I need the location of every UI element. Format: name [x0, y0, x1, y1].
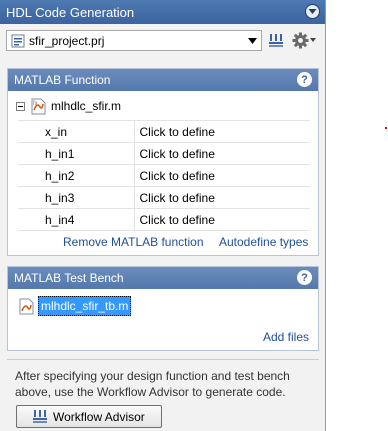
chevron-down-icon: [248, 37, 257, 44]
svg-text:fx: fx: [33, 101, 38, 107]
table-row[interactable]: h_in2 Click to define: [18, 164, 310, 187]
build-icon: [33, 410, 47, 423]
stray-mark: [385, 127, 387, 129]
table-row[interactable]: h_in4 Click to define: [18, 208, 310, 231]
panel-titlebar: HDL Code Generation: [0, 0, 325, 24]
build-button[interactable]: [267, 30, 285, 50]
function-tree-node[interactable]: fx mlhdlc_sfir.m: [16, 97, 121, 115]
project-file-name: sfir_project.prj: [29, 33, 105, 48]
matlab-file-icon: fx: [31, 98, 46, 114]
matlab-test-bench-section: MATLAB Test Bench ? mlhdlc_sfir_tb.m Add…: [7, 266, 319, 351]
settings-button[interactable]: [291, 30, 317, 50]
test-bench-header: MATLAB Test Bench ?: [8, 267, 318, 289]
table-row[interactable]: x_in Click to define: [18, 120, 310, 143]
input-name: h_in4: [18, 208, 135, 231]
input-name: h_in2: [18, 164, 135, 187]
autodefine-types-link[interactable]: Autodefine types: [219, 235, 308, 249]
table-row[interactable]: h_in1 Click to define: [18, 142, 310, 165]
input-name: h_in1: [18, 142, 135, 165]
chevron-down-icon: [308, 9, 317, 14]
instruction-text: After specifying your design function an…: [15, 369, 290, 399]
divider: [7, 359, 319, 360]
project-toolbar: sfir_project.prj: [0, 24, 325, 59]
test-bench-title: MATLAB Test Bench: [14, 271, 124, 285]
test-bench-file-name[interactable]: mlhdlc_sfir_tb.m: [38, 296, 132, 316]
input-type-cell[interactable]: Click to define: [134, 120, 310, 143]
panel-menu-button[interactable]: [305, 4, 320, 19]
project-file-select[interactable]: sfir_project.prj: [6, 30, 262, 51]
matlab-function-header: MATLAB Function ?: [8, 69, 318, 91]
help-icon[interactable]: ?: [297, 72, 312, 87]
matlab-function-title: MATLAB Function: [14, 73, 111, 87]
help-icon[interactable]: ?: [297, 270, 312, 285]
input-type-cell[interactable]: Click to define: [134, 164, 310, 187]
gear-icon: [292, 32, 309, 48]
input-type-cell[interactable]: Click to define: [134, 142, 310, 165]
input-name: h_in3: [18, 186, 135, 209]
function-name: mlhdlc_sfir.m: [51, 99, 122, 113]
collapse-icon[interactable]: [16, 101, 25, 111]
remove-matlab-function-link[interactable]: Remove MATLAB function: [63, 235, 204, 249]
add-files-link[interactable]: Add files: [263, 330, 309, 344]
test-bench-file-item[interactable]: mlhdlc_sfir_tb.m: [19, 296, 132, 316]
input-name: x_in: [18, 120, 135, 143]
table-row[interactable]: h_in3 Click to define: [18, 186, 310, 209]
project-file-icon: [11, 34, 25, 47]
chevron-down-icon: [310, 38, 316, 42]
workflow-advisor-label: Workflow Advisor: [53, 409, 145, 424]
workflow-advisor-button[interactable]: Workflow Advisor: [16, 405, 162, 428]
panel-title: HDL Code Generation: [6, 4, 135, 20]
project-dropdown-arrow[interactable]: [247, 34, 258, 47]
matlab-function-section: MATLAB Function ? fx mlhdlc_sfir.m x_in …: [7, 68, 319, 256]
input-type-cell[interactable]: Click to define: [134, 208, 310, 231]
build-icon: [269, 34, 283, 47]
matlab-script-icon: [19, 298, 34, 314]
hdl-code-generation-panel: HDL Code Generation sfir_project.prj MAT…: [0, 0, 326, 431]
function-inputs-table: x_in Click to define h_in1 Click to defi…: [18, 120, 310, 231]
input-type-cell[interactable]: Click to define: [134, 186, 310, 209]
